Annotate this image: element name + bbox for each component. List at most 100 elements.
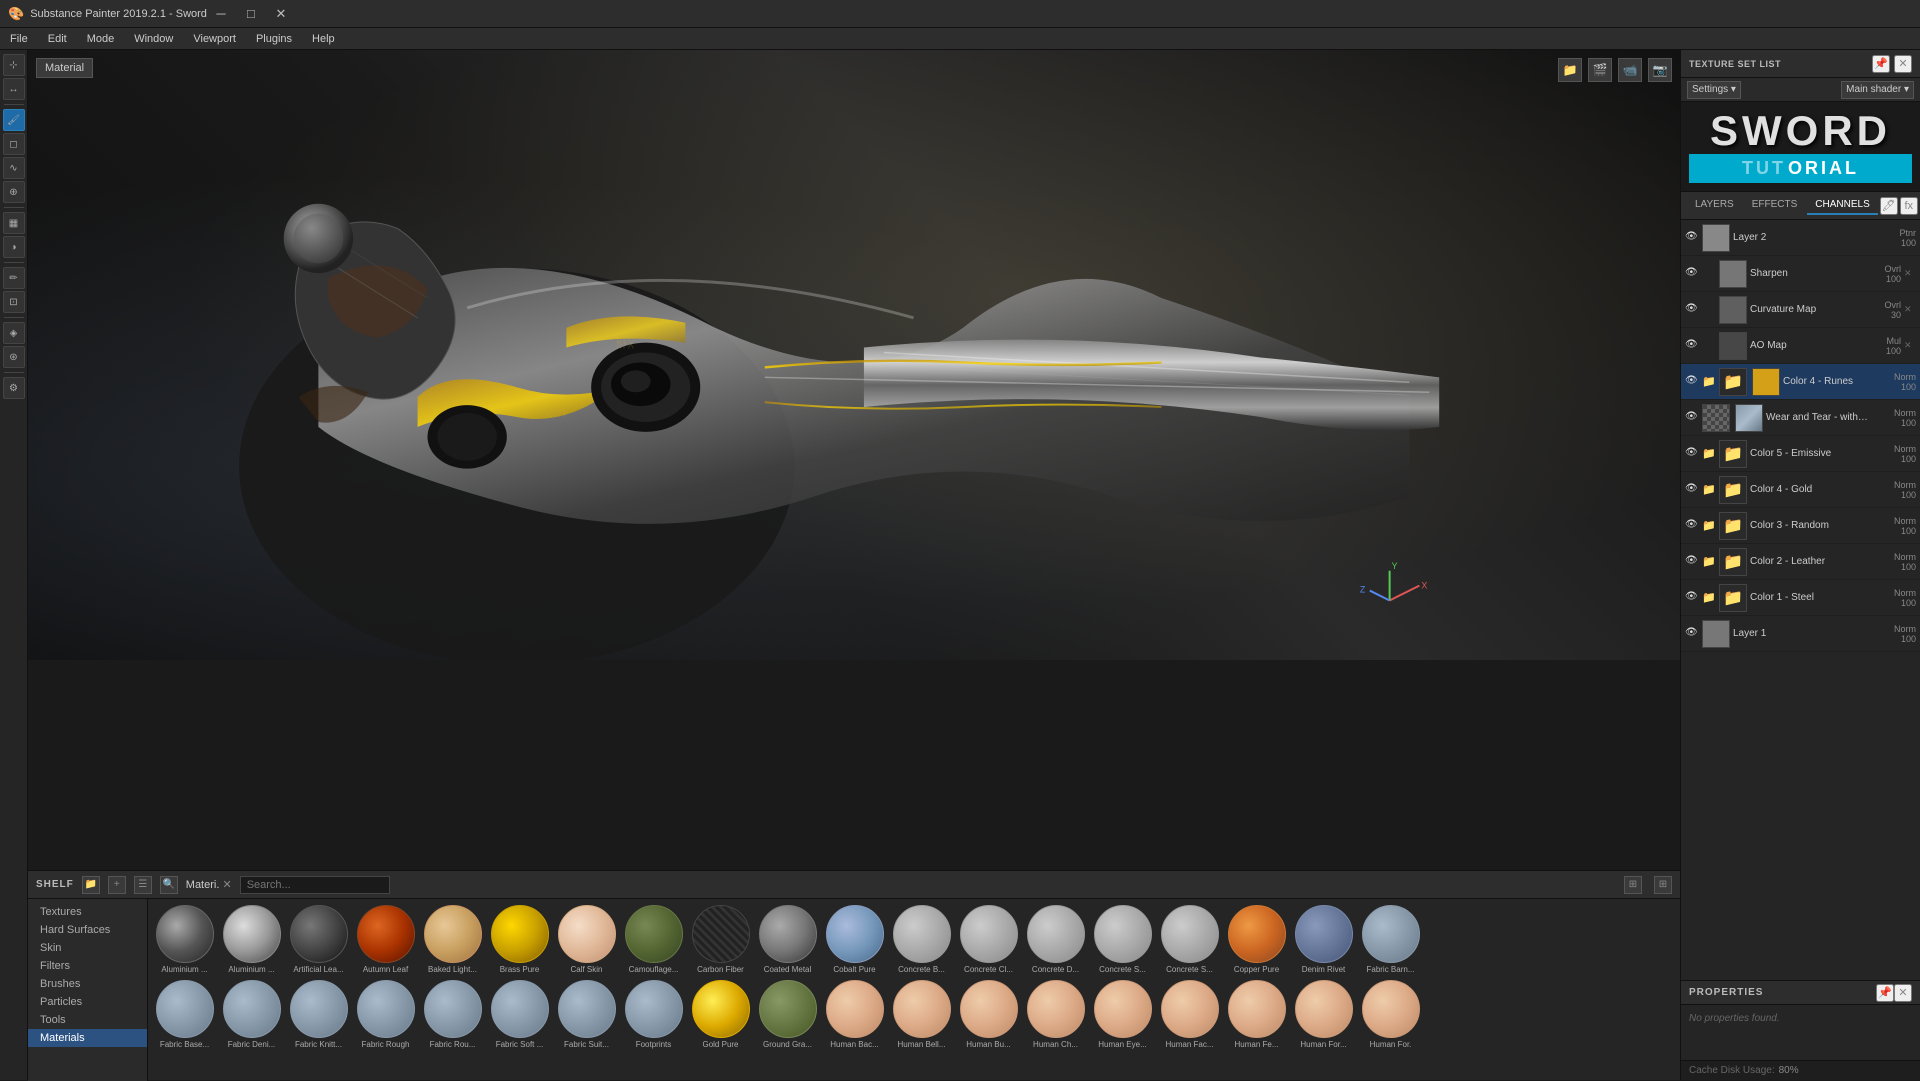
tool-clone[interactable]: ⊕ (3, 181, 25, 203)
shelf-search-btn[interactable]: 🔍 (160, 876, 178, 894)
layer-visibility-toggle[interactable]: 👁 (1685, 339, 1699, 353)
texture-set-close-btn[interactable]: ✕ (1894, 55, 1912, 73)
render-mode-btn[interactable]: 🎬 (1588, 58, 1612, 82)
shelf-item[interactable]: Concrete S... (1090, 903, 1155, 976)
tool-material[interactable]: ◈ (3, 322, 25, 344)
layer-close-btn[interactable]: ✕ (1904, 268, 1916, 280)
tool-fill[interactable]: ▦ (3, 212, 25, 234)
layer-visibility-toggle[interactable]: 👁 (1685, 627, 1699, 641)
layer-item[interactable]: 👁 📁 📁 Color 1 - Steel Norm 100 (1681, 580, 1920, 616)
layer-visibility-toggle[interactable]: 👁 (1685, 411, 1699, 425)
shelf-cat-materials[interactable]: Materials (28, 1029, 147, 1047)
shelf-item[interactable]: Human Bu... (956, 978, 1021, 1051)
layer-item[interactable]: 👁 📁 📁 Color 4 - Runes Norm 100 (1681, 364, 1920, 400)
layer-visibility-toggle[interactable]: 👁 (1685, 375, 1699, 389)
tool-paint[interactable]: 🖌 (3, 109, 25, 131)
shelf-item[interactable]: Fabric Rough (353, 978, 418, 1051)
properties-close-btn[interactable]: ✕ (1894, 984, 1912, 1002)
shelf-item[interactable]: Human Eye... (1090, 978, 1155, 1051)
layer-fx-btn[interactable]: fx (1900, 197, 1918, 215)
shelf-maximize-btn[interactable]: ⊞ (1624, 876, 1642, 894)
layer-item[interactable]: 👁 📁 📁 Color 2 - Leather Norm 100 (1681, 544, 1920, 580)
menu-window[interactable]: Window (124, 31, 183, 47)
shelf-cat-brushes[interactable]: Brushes (28, 975, 147, 993)
shelf-item[interactable]: Aluminium ... (219, 903, 284, 976)
shelf-item[interactable]: Human Ch... (1023, 978, 1088, 1051)
layer-visibility-toggle[interactable]: 👁 (1685, 591, 1699, 605)
shelf-add-btn[interactable]: + (108, 876, 126, 894)
shelf-item[interactable]: Carbon Fiber (688, 903, 753, 976)
shelf-search-input[interactable] (240, 876, 390, 894)
layer-visibility-toggle[interactable]: 👁 (1685, 447, 1699, 461)
shelf-item[interactable]: Fabric Rou... (420, 978, 485, 1051)
shelf-item[interactable]: Brass Pure (487, 903, 552, 976)
layer-item[interactable]: 👁 Layer 1 Norm 100 (1681, 616, 1920, 652)
shelf-item[interactable]: Coated Metal (755, 903, 820, 976)
layer-item[interactable]: 👁 📁 📁 Color 5 - Emissive Norm 100 (1681, 436, 1920, 472)
tab-layers[interactable]: LAYERS (1687, 196, 1742, 215)
shelf-cat-skin[interactable]: Skin (28, 939, 147, 957)
shelf-item[interactable]: Concrete B... (889, 903, 954, 976)
shelf-item[interactable]: Aluminium ... (152, 903, 217, 976)
tab-channels[interactable]: CHANNELS (1807, 196, 1877, 215)
shelf-item[interactable]: Baked Light... (420, 903, 485, 976)
close-button[interactable]: ✕ (267, 4, 295, 24)
shelf-item[interactable]: Human For... (1291, 978, 1356, 1051)
shelf-item[interactable]: Concrete S... (1157, 903, 1222, 976)
layer-item[interactable]: 👁 Layer 2 Ptnr 100 (1681, 220, 1920, 256)
shelf-item[interactable]: Denim Rivet (1291, 903, 1356, 976)
camera-btn[interactable]: 📷 (1648, 58, 1672, 82)
tool-annotate[interactable]: ✏ (3, 267, 25, 289)
shelf-filter-tag[interactable]: Materi. ✕ (186, 878, 232, 891)
shelf-item[interactable]: Concrete Cl... (956, 903, 1021, 976)
shelf-item[interactable]: Camouflage... (621, 903, 686, 976)
layer-item[interactable]: 👁 Wear and Tear - without Lea... Norm 10… (1681, 400, 1920, 436)
layer-visibility-toggle[interactable]: 👁 (1685, 231, 1699, 245)
shelf-item[interactable]: Concrete D... (1023, 903, 1088, 976)
shelf-item[interactable]: Fabric Soft ... (487, 978, 552, 1051)
menu-file[interactable]: File (0, 31, 38, 47)
shelf-item[interactable]: Cobalt Pure (822, 903, 887, 976)
menu-help[interactable]: Help (302, 31, 345, 47)
shelf-item[interactable]: Fabric Base... (152, 978, 217, 1051)
shelf-item[interactable]: Human Bac... (822, 978, 887, 1051)
shelf-filter-close[interactable]: ✕ (222, 879, 231, 891)
shelf-item[interactable]: Fabric Barn... (1358, 903, 1423, 976)
menu-plugins[interactable]: Plugins (246, 31, 302, 47)
shelf-item[interactable]: Footprints (621, 978, 686, 1051)
layer-visibility-toggle[interactable]: 👁 (1685, 303, 1699, 317)
menu-mode[interactable]: Mode (77, 31, 125, 47)
viewport-canvas[interactable]: ᚱᚢᚾ ᛗᚨᚷ X Y (28, 50, 1680, 660)
tool-bake[interactable]: ⊛ (3, 346, 25, 368)
material-toggle-button[interactable]: Material (36, 58, 93, 78)
shelf-item[interactable]: Fabric Deni... (219, 978, 284, 1051)
texture-set-pin-btn[interactable]: 📌 (1872, 55, 1890, 73)
shelf-cat-hard-surfaces[interactable]: Hard Surfaces (28, 921, 147, 939)
shelf-grid-view-btn[interactable]: ⊞ (1654, 876, 1672, 894)
shelf-item[interactable]: Copper Pure (1224, 903, 1289, 976)
shelf-item[interactable]: Human Fe... (1224, 978, 1289, 1051)
layer-visibility-toggle[interactable]: 👁 (1685, 267, 1699, 281)
shelf-cat-particles[interactable]: Particles (28, 993, 147, 1011)
shelf-item[interactable]: Calf Skin (554, 903, 619, 976)
shelf-item[interactable]: Artificial Lea... (286, 903, 351, 976)
minimize-button[interactable]: ─ (207, 4, 235, 24)
shelf-cat-textures[interactable]: Textures (28, 903, 147, 921)
shelf-cat-tools[interactable]: Tools (28, 1011, 147, 1029)
tool-select[interactable]: ⊹ (3, 54, 25, 76)
tool-mask[interactable]: ◑ (3, 236, 25, 258)
layer-item[interactable]: 👁 Sharpen Ovrl 100 ✕ (1681, 256, 1920, 292)
layer-item[interactable]: 👁 📁 📁 Color 3 - Random Norm 100 (1681, 508, 1920, 544)
shelf-item[interactable]: Human For. (1358, 978, 1423, 1051)
maximize-button[interactable]: □ (237, 4, 265, 24)
tool-smudge[interactable]: ∿ (3, 157, 25, 179)
layer-item[interactable]: 👁 AO Map Mul 100 ✕ (1681, 328, 1920, 364)
layer-paint-btn[interactable]: 🖊 (1880, 197, 1898, 215)
menu-viewport[interactable]: Viewport (183, 31, 246, 47)
tool-erase[interactable]: ◻ (3, 133, 25, 155)
folder-icon-btn[interactable]: 📁 (1558, 58, 1582, 82)
shader-dropdown[interactable]: Main shader ▾ (1841, 81, 1914, 99)
settings-dropdown[interactable]: Settings ▾ (1687, 81, 1741, 99)
layers-list[interactable]: 👁 Layer 2 Ptnr 100 👁 Sharpen Ovrl 100 ✕ … (1681, 220, 1920, 980)
layer-close-btn[interactable]: ✕ (1904, 304, 1916, 316)
